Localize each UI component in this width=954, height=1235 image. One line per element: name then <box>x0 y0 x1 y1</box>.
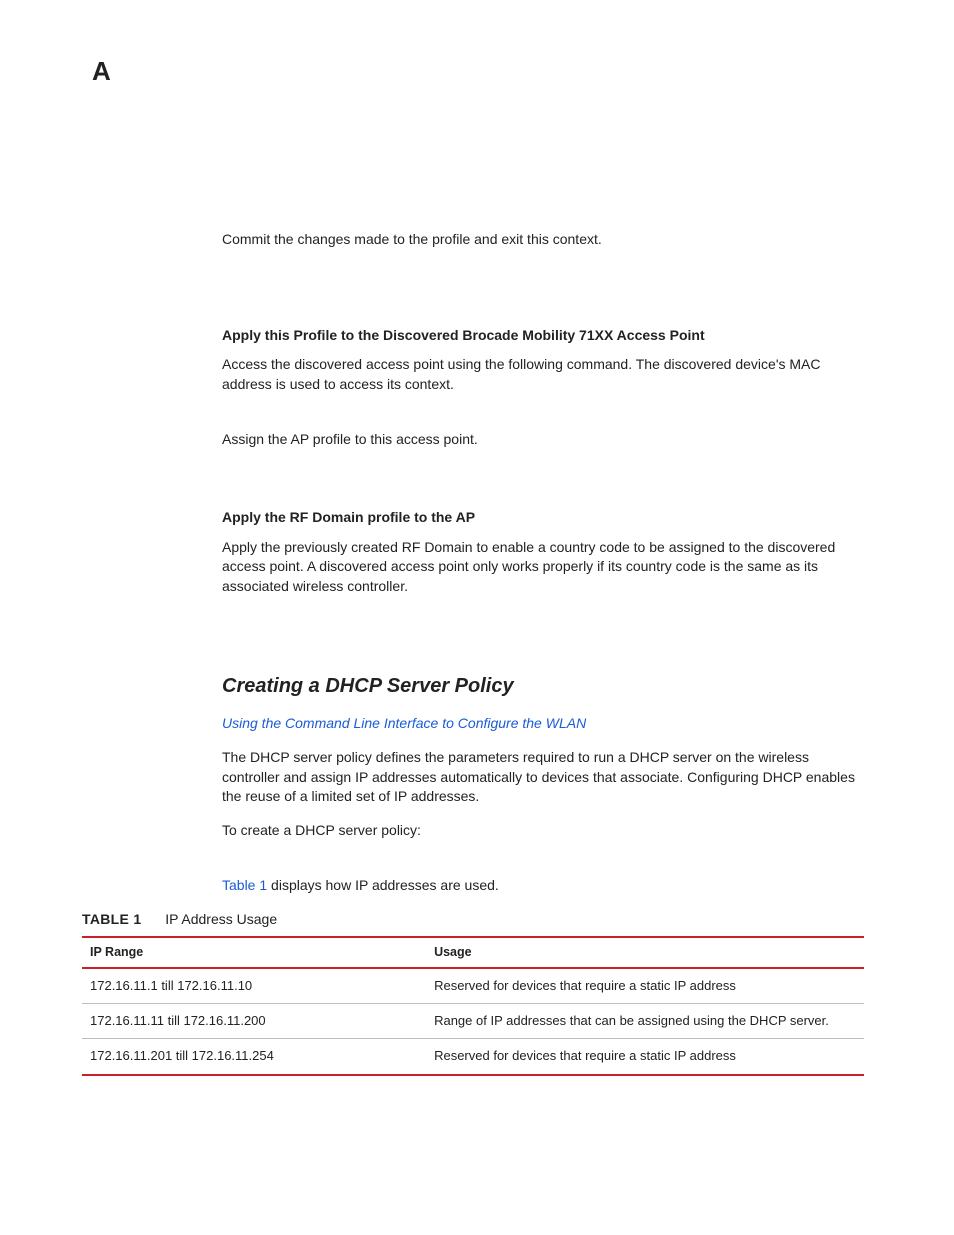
apply-rf-para: Apply the previously created RF Domain t… <box>222 538 862 597</box>
table-intro: Table 1 displays how IP addresses are us… <box>222 876 862 896</box>
dhcp-policy-desc: The DHCP server policy defines the param… <box>222 748 862 807</box>
cell-usage: Reserved for devices that require a stat… <box>426 968 864 1004</box>
cell-ip-range: 172.16.11.1 till 172.16.11.10 <box>82 968 426 1004</box>
appendix-letter: A <box>92 56 111 87</box>
commit-para: Commit the changes made to the profile a… <box>222 230 862 250</box>
cli-config-link-text[interactable]: Using the Command Line Interface to Conf… <box>222 715 586 731</box>
apply-profile-heading: Apply this Profile to the Discovered Bro… <box>222 326 862 346</box>
col-header-usage: Usage <box>426 937 864 969</box>
col-header-ip-range: IP Range <box>82 937 426 969</box>
cell-ip-range: 172.16.11.201 till 172.16.11.254 <box>82 1039 426 1075</box>
table-label: TABLE 1 <box>82 911 141 927</box>
table-row: 172.16.11.201 till 172.16.11.254 Reserve… <box>82 1039 864 1075</box>
dhcp-policy-instruction: To create a DHCP server policy: <box>222 821 862 841</box>
table-intro-rest: displays how IP addresses are used. <box>267 877 499 893</box>
table-row: 172.16.11.11 till 172.16.11.200 Range of… <box>82 1004 864 1039</box>
page-content: Commit the changes made to the profile a… <box>222 230 862 1076</box>
cell-usage: Reserved for devices that require a stat… <box>426 1039 864 1075</box>
ip-usage-table: IP Range Usage 172.16.11.1 till 172.16.1… <box>82 936 864 1076</box>
dhcp-policy-title: Creating a DHCP Server Policy <box>222 672 862 700</box>
cell-ip-range: 172.16.11.11 till 172.16.11.200 <box>82 1004 426 1039</box>
assign-ap-para: Assign the AP profile to this access poi… <box>222 430 862 450</box>
table-row: 172.16.11.1 till 172.16.11.10 Reserved f… <box>82 968 864 1004</box>
apply-profile-para: Access the discovered access point using… <box>222 355 862 394</box>
ip-usage-table-wrap: TABLE 1 IP Address Usage IP Range Usage … <box>82 910 864 1076</box>
cell-usage: Range of IP addresses that can be assign… <box>426 1004 864 1039</box>
table-header-row: IP Range Usage <box>82 937 864 969</box>
table-caption: TABLE 1 IP Address Usage <box>82 910 864 930</box>
document-page: A Commit the changes made to the profile… <box>0 0 954 1235</box>
table-ref-link[interactable]: Table 1 <box>222 877 267 893</box>
table-caption-text: IP Address Usage <box>165 911 277 927</box>
cli-config-link: Using the Command Line Interface to Conf… <box>222 714 862 734</box>
apply-rf-heading: Apply the RF Domain profile to the AP <box>222 508 862 528</box>
